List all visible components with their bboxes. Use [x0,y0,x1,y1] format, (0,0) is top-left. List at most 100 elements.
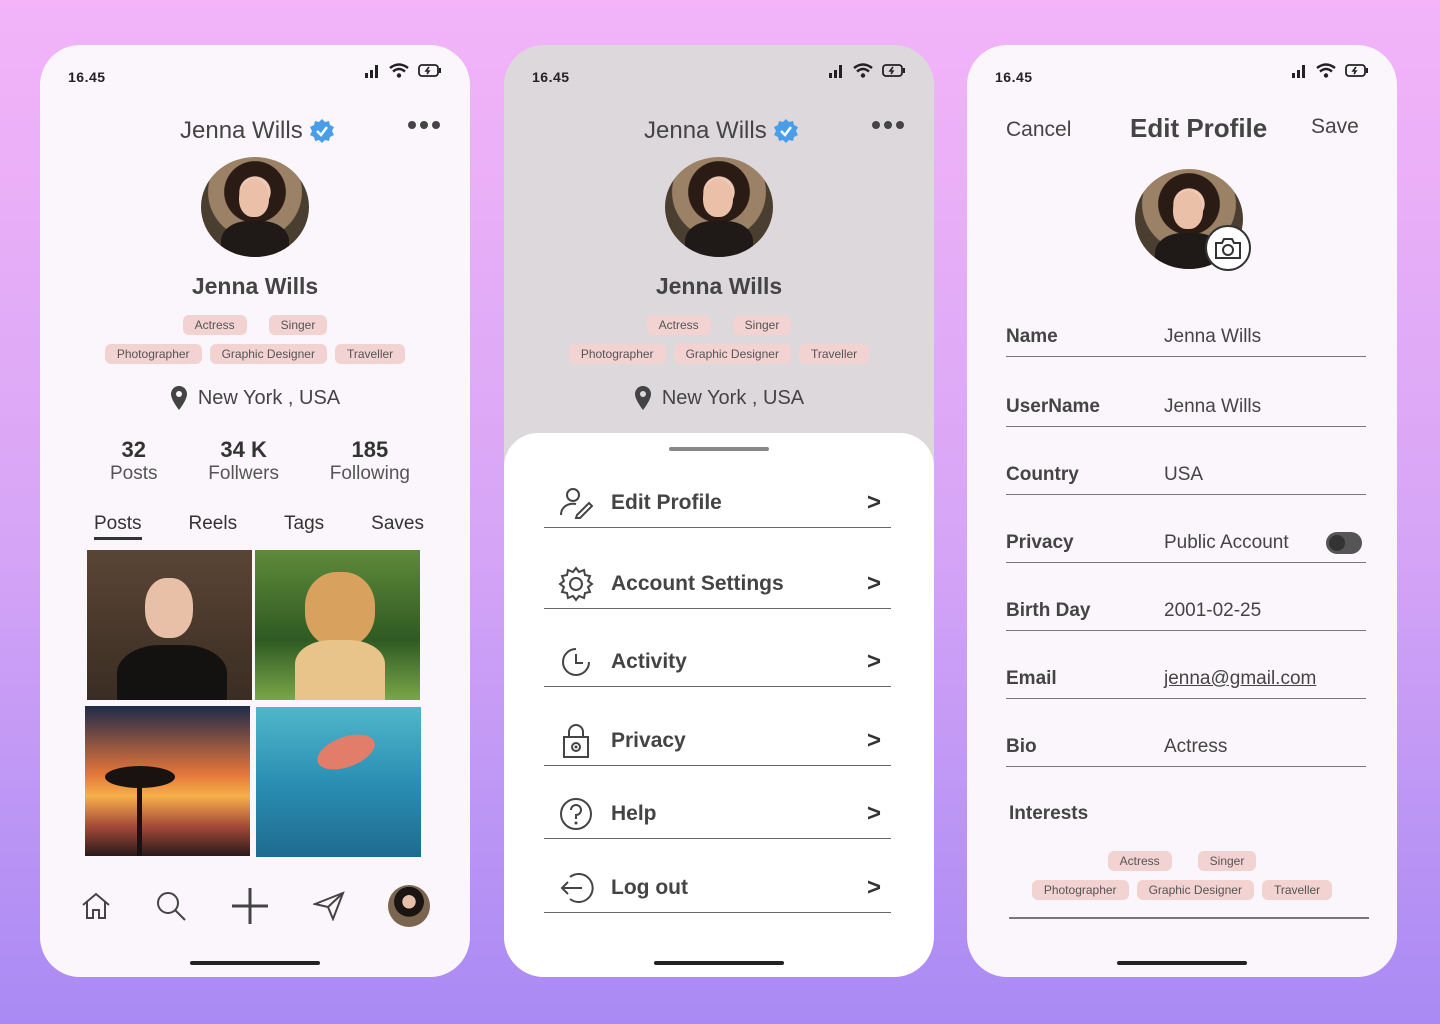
field-value[interactable]: USA [1164,464,1366,486]
profile-username: Jenna Wills [180,117,335,145]
interest-tag[interactable]: Actress [1107,851,1172,871]
profile-tags-row2: Photographer Graphic Designer Traveller [504,344,934,364]
signal-icon [1292,64,1305,78]
field-value[interactable]: jenna@gmail.com [1164,668,1316,690]
signal-icon [365,64,378,78]
posts-grid [85,550,423,858]
email-field[interactable]: Email jenna@gmail.com [1006,655,1366,699]
post-thumbnail-dog[interactable] [255,550,420,700]
send-icon[interactable] [313,891,345,921]
profile-tags-row1: Actress Singer [504,315,934,335]
field-value[interactable]: 2001-02-25 [1164,600,1366,622]
home-icon[interactable] [80,891,112,921]
field-value[interactable]: Jenna Wills [1164,326,1366,348]
menu-label: Help [611,801,657,825]
sheet-grabber[interactable] [669,447,769,451]
page-title: Edit Profile [1130,113,1268,143]
interests-tags-row1: Actress Singer [967,851,1397,871]
more-options-icon[interactable] [872,121,904,129]
gear-icon [554,564,598,604]
options-bottom-sheet: Edit Profile > Account Settings > Activi… [504,433,934,977]
post-thumbnail-sunset[interactable] [85,706,250,856]
profile-username: Jenna Wills [644,117,799,145]
privacy-field[interactable]: Privacy Public Account [1006,519,1366,563]
profile-avatar [201,157,309,257]
verified-badge-icon [773,119,798,143]
more-options-icon[interactable] [408,121,440,129]
field-value[interactable]: Actress [1164,736,1366,758]
stat-followers[interactable]: 34 K Follwers [208,437,279,485]
tag: Singer [268,315,328,335]
name-field[interactable]: Name Jenna Wills [1006,313,1366,357]
menu-item-account-settings[interactable]: Account Settings > [544,559,891,609]
menu-item-privacy[interactable]: Privacy > [544,716,891,766]
verified-badge-icon [309,119,334,143]
menu-item-edit-profile[interactable]: Edit Profile > [544,478,891,528]
menu-label: Account Settings [611,571,784,595]
tab-tags[interactable]: Tags [284,513,324,540]
post-thumbnail-portrait[interactable] [87,550,252,700]
field-label: UserName [1006,396,1100,417]
birthday-field[interactable]: Birth Day 2001-02-25 [1006,587,1366,631]
field-value[interactable]: Jenna Wills [1164,396,1366,418]
save-button[interactable]: Save [1311,115,1359,139]
menu-item-help[interactable]: Help > [544,789,891,839]
cancel-button[interactable]: Cancel [1006,118,1071,142]
location-pin-icon [170,386,187,410]
tab-posts[interactable]: Posts [94,513,142,540]
bio-field[interactable]: Bio Actress [1006,723,1366,767]
wifi-icon [853,63,873,78]
chevron-right-icon: > [866,488,881,516]
profile-username-text: Jenna Wills [644,117,767,144]
field-label: Birth Day [1006,600,1091,621]
stat-value: 32 [121,437,146,462]
status-icons [828,63,906,78]
battery-icon [418,64,441,77]
status-icons [1291,63,1369,78]
profile-tags-row2: Photographer Graphic Designer Traveller [40,344,470,364]
interest-tag[interactable]: Photographer [1031,880,1129,900]
profile-nav-avatar[interactable] [388,885,430,927]
post-thumbnail-snorkel[interactable] [256,707,421,857]
menu-label: Edit Profile [611,490,722,514]
tag: Actress [182,315,247,335]
interest-tag[interactable]: Singer [1197,851,1257,871]
profile-location: New York , USA [40,385,470,411]
add-post-icon[interactable] [230,886,270,926]
profile-fullname: Jenna Wills [655,273,783,299]
search-icon[interactable] [155,890,187,922]
chevron-right-icon: > [866,726,881,754]
tag: Photographer [104,344,202,364]
tag: Photographer [568,344,666,364]
menu-label: Log out [611,875,688,899]
profile-fullname: Jenna Wills [191,273,319,299]
interests-label: Interests [1009,803,1089,824]
menu-item-activity[interactable]: Activity > [544,637,891,687]
status-time: 16.45 [532,69,570,85]
location-pin-icon [634,386,651,410]
edit-profile-screen: 16.45 Cancel Edit Profile Save Name Jenn… [967,45,1397,977]
change-photo-button[interactable] [1205,225,1251,271]
field-value: Public Account [1164,532,1289,553]
stat-posts[interactable]: 32 Posts [110,437,158,485]
divider [1009,917,1369,919]
privacy-toggle[interactable] [1326,532,1362,554]
menu-item-logout[interactable]: Log out > [544,863,891,913]
interest-tag[interactable]: Graphic Designer [1136,880,1254,900]
country-field[interactable]: Country USA [1006,451,1366,495]
home-indicator [1117,961,1247,965]
bottom-nav [80,885,430,927]
tag: Traveller [334,344,406,364]
stat-label: Follwers [208,463,279,484]
chevron-right-icon: > [866,873,881,901]
stat-following[interactable]: 185 Following [330,437,410,485]
field-label: Privacy [1006,532,1074,553]
user-edit-icon [554,483,598,523]
username-field[interactable]: UserName Jenna Wills [1006,383,1366,427]
stat-label: Following [329,463,410,484]
tag: Graphic Designer [673,344,791,364]
tag: Actress [646,315,711,335]
tab-reels[interactable]: Reels [189,513,238,540]
interest-tag[interactable]: Traveller [1261,880,1333,900]
tab-saves[interactable]: Saves [371,513,424,540]
